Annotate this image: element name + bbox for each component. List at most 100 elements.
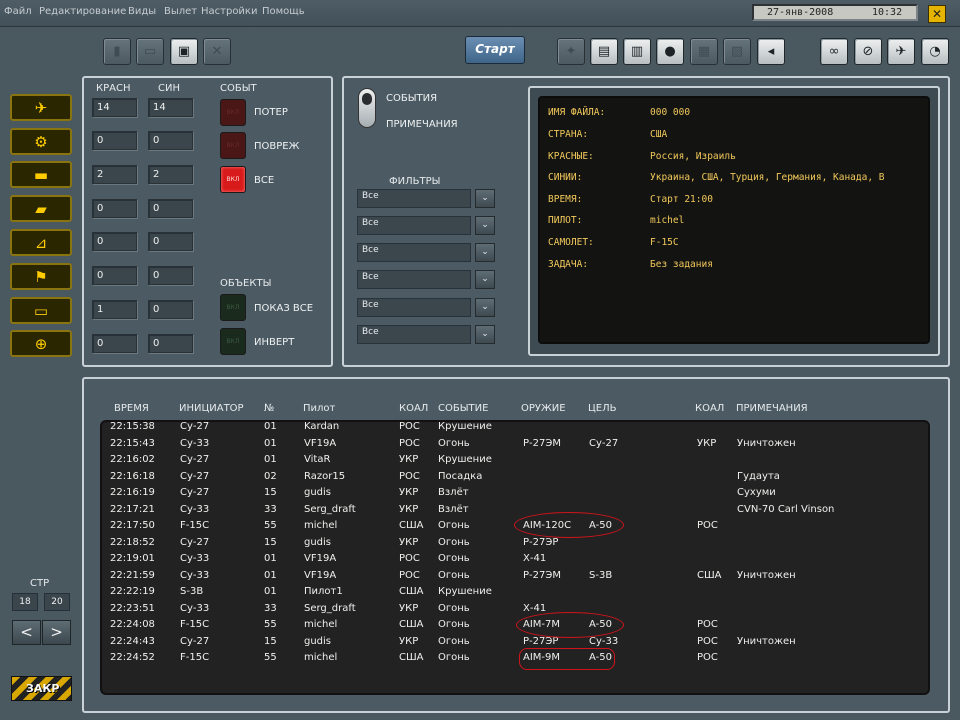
unit-helicopter-button[interactable]: ⚙: [10, 128, 72, 155]
menu-help[interactable]: Помощь: [262, 6, 305, 17]
losses-toggle[interactable]: ВКЛ: [220, 99, 246, 126]
table-row[interactable]: 22:19:01 Су-33 01 VF19A РОС Огонь Х-41: [0, 553, 960, 569]
table-row[interactable]: 22:17:50 F-15C 55 michel США Огонь AIM-120C A-5…: [0, 520, 960, 536]
cell-number: 15: [264, 536, 277, 548]
red-count: 0: [92, 334, 137, 353]
open-button[interactable]: ▭: [136, 38, 164, 65]
unit-truck-button[interactable]: ▭: [10, 297, 72, 324]
next-page-button[interactable]: >: [42, 620, 71, 645]
mode-switch[interactable]: [358, 88, 376, 128]
filter-dropdown-button[interactable]: ⌄: [475, 270, 495, 289]
objects-header: ОБЪЕКТЫ: [220, 278, 272, 289]
filter-dropdown-button[interactable]: ⌄: [475, 243, 495, 262]
date-text: 27-янв-2008: [767, 7, 834, 18]
cell-pilot: Kardan: [304, 421, 340, 432]
unit-ship-button[interactable]: ▬: [10, 161, 72, 188]
menu-edit[interactable]: Редактирование: [39, 6, 126, 17]
cell-event: Взлёт: [438, 487, 469, 498]
cell-time: 22:24:52: [110, 652, 155, 663]
red-count: 14: [92, 98, 137, 117]
table-row[interactable]: 22:17:21 Су-33 33 Serg_draft УКР Взлёт CVN-70 …: [0, 504, 960, 520]
filter-select[interactable]: Все: [357, 270, 471, 289]
table-row[interactable]: 22:23:51 Су-33 33 Serg_draft УКР Огонь Х-41: [0, 603, 960, 619]
table-row[interactable]: 22:15:38 Су-27 01 Kardan РОС Крушение: [0, 421, 960, 437]
tool-pilot-button[interactable]: ●: [656, 38, 684, 65]
table-row[interactable]: 22:24:43 Су-27 15 gudis УКР Огонь Р-27ЭР Су-33 Р…: [0, 636, 960, 652]
unit-jet-button[interactable]: ✈: [10, 94, 72, 121]
menu-settings[interactable]: Настройки: [201, 6, 257, 17]
delete-button[interactable]: ✕: [203, 38, 231, 65]
cell-target: Су-27: [589, 437, 619, 449]
cell-initiator: F-15C: [180, 619, 210, 630]
table-row[interactable]: 22:16:18 Су-27 02 Razor15 РОС Посадка Гудаута: [0, 471, 960, 487]
tool-clipboard-button[interactable]: ▥: [623, 38, 651, 65]
all-toggle[interactable]: ВКЛ: [220, 166, 246, 193]
info-key: САМОЛЕТ:: [548, 237, 594, 248]
close-button[interactable]: ЗАКР: [11, 676, 72, 701]
menu-flight[interactable]: Вылет: [164, 6, 197, 17]
tool-aircraft-button[interactable]: ✈: [887, 38, 915, 65]
filter-select[interactable]: Все: [357, 243, 471, 262]
unit-target-button[interactable]: ⊕: [10, 330, 72, 357]
cell-pilot: VF19A: [304, 569, 337, 581]
prev-page-button[interactable]: <: [12, 620, 41, 645]
invert-toggle[interactable]: ВКЛ: [220, 328, 246, 355]
cell-target-coalition: РОС: [697, 652, 718, 663]
table-row[interactable]: 22:22:19 S-3B 01 Пилот1 США Крушение: [0, 586, 960, 602]
damage-toggle[interactable]: ВКЛ: [220, 132, 246, 159]
tool-film-button[interactable]: ▧: [723, 38, 751, 65]
tool-sound-button[interactable]: ◂: [757, 38, 785, 65]
start-button[interactable]: Старт: [465, 36, 525, 64]
unit-artillery-button[interactable]: ⊿: [10, 229, 72, 256]
col-event-header: СОБЫТИЕ: [438, 403, 489, 414]
filter-dropdown-button[interactable]: ⌄: [475, 325, 495, 344]
cell-coalition: УКР: [399, 635, 419, 647]
tool-stopwatch-button[interactable]: ◔: [921, 38, 949, 65]
tool-binoculars-button[interactable]: ∞: [820, 38, 848, 65]
info-value: Старт 21:00: [650, 194, 713, 205]
show-all-toggle[interactable]: ВКЛ: [220, 294, 246, 321]
info-key: ИМЯ ФАЙЛА:: [548, 107, 606, 118]
close-window-button[interactable]: ✕: [928, 5, 946, 23]
table-row[interactable]: 22:21:59 Су-33 01 VF19A РОС Огонь Р-27ЭМ S-3B СШ…: [0, 570, 960, 586]
cell-event: Огонь: [438, 553, 470, 564]
menu-file[interactable]: Файл: [4, 6, 32, 17]
cell-number: 01: [264, 553, 277, 564]
save-button[interactable]: ▣: [170, 38, 198, 65]
cell-number: 33: [264, 503, 277, 515]
filter-select[interactable]: Все: [357, 298, 471, 317]
filter-select[interactable]: Все: [357, 216, 471, 235]
cell-coalition: УКР: [399, 454, 419, 465]
tool-radio-button[interactable]: ▤: [590, 38, 618, 65]
chevron-left-icon: <: [20, 623, 33, 641]
table-row[interactable]: 22:18:52 Су-27 15 gudis УКР Огонь Р-27ЭР: [0, 537, 960, 553]
unit-tank-button[interactable]: ▰: [10, 195, 72, 222]
table-row[interactable]: 22:16:02 Су-27 01 VitaR УКР Крушение: [0, 454, 960, 470]
filter-dropdown-button[interactable]: ⌄: [475, 189, 495, 208]
menu-views[interactable]: Виды: [128, 6, 156, 17]
filter-select[interactable]: Все: [357, 189, 471, 208]
file-button[interactable]: ▮: [103, 38, 131, 65]
cell-number: 01: [264, 454, 277, 465]
table-row[interactable]: 22:24:08 F-15C 55 michel США Огонь AIM-7M A-50 Р…: [0, 619, 960, 635]
tool-clip-button[interactable]: ✦: [557, 38, 585, 65]
clip-icon: ✦: [565, 44, 577, 59]
cell-pilot: michel: [304, 520, 338, 531]
sam-icon: ⚑: [34, 267, 48, 286]
table-row[interactable]: 22:24:52 F-15C 55 michel США Огонь AIM-9M A-50 Р…: [0, 652, 960, 668]
close-icon: ✕: [211, 44, 223, 59]
tool-page-button[interactable]: ▦: [690, 38, 718, 65]
table-row[interactable]: 22:15:43 Су-33 01 VF19A РОС Огонь Р-27ЭМ Су-27 У…: [0, 438, 960, 454]
cell-notes: Уничтожен: [737, 635, 796, 647]
radio-icon: ▤: [597, 44, 611, 59]
filter-select[interactable]: Все: [357, 325, 471, 344]
filter-dropdown-button[interactable]: ⌄: [475, 216, 495, 235]
film-icon: ▧: [730, 44, 744, 59]
unit-sam-button[interactable]: ⚑: [10, 263, 72, 290]
cell-initiator: S-3B: [180, 586, 204, 597]
tool-noentry-button[interactable]: ⊘: [854, 38, 882, 65]
chevron-down-icon: ⌄: [481, 220, 489, 230]
cell-event: Посадка: [438, 470, 483, 482]
filter-dropdown-button[interactable]: ⌄: [475, 298, 495, 317]
table-row[interactable]: 22:16:19 Су-27 15 gudis УКР Взлёт Сухуми: [0, 487, 960, 503]
